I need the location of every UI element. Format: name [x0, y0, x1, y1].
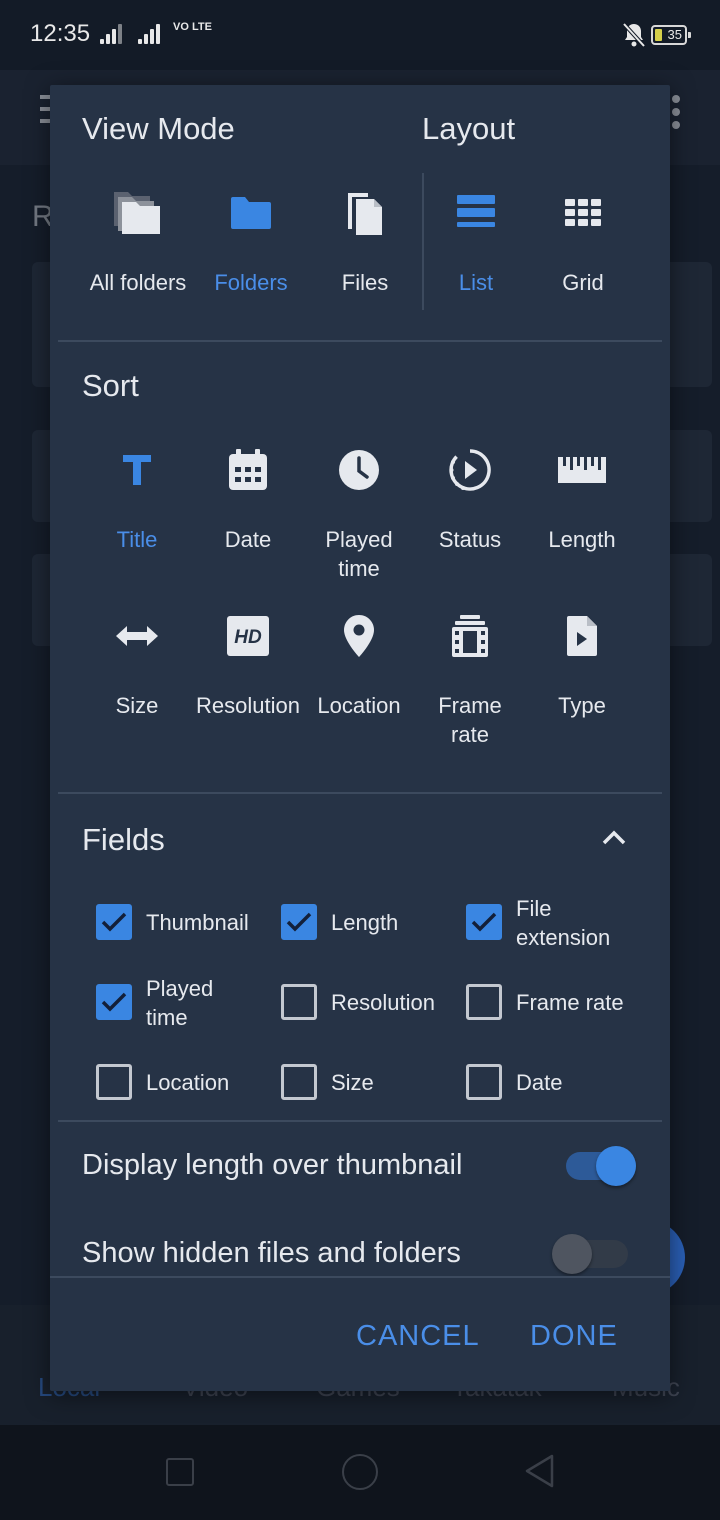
fields-title: Fields: [82, 822, 165, 857]
grid-icon: [528, 185, 638, 241]
battery-icon: 35: [651, 25, 691, 45]
option-label: Grid: [562, 270, 604, 295]
checkbox[interactable]: [466, 1064, 502, 1100]
field-label: Size: [331, 1070, 374, 1095]
more-options-icon: [672, 95, 680, 134]
checkbox[interactable]: [96, 984, 132, 1020]
folder-icon: [196, 185, 306, 241]
field-label: Date: [516, 1070, 563, 1095]
list-icon: [421, 185, 531, 241]
section-divider: [58, 340, 662, 342]
section-divider: [58, 792, 662, 794]
field-label: Thumbnail: [146, 910, 249, 935]
field-label: Frame rate: [516, 990, 624, 1015]
field-length[interactable]: Length: [281, 892, 461, 952]
checkbox[interactable]: [96, 904, 132, 940]
muted-bell-icon: [622, 22, 646, 48]
layout-title: Layout: [422, 111, 516, 146]
film-frame-icon: [415, 608, 525, 664]
checkbox[interactable]: [281, 904, 317, 940]
dialog-actions: CANCEL DONE: [50, 1276, 670, 1391]
field-label: Location: [146, 1070, 230, 1095]
field-frame-rate[interactable]: Frame rate: [466, 972, 646, 1032]
calendar-icon: [193, 442, 303, 498]
display-length-toggle[interactable]: [566, 1146, 636, 1186]
checkbox[interactable]: [96, 1064, 132, 1100]
field-size[interactable]: Size: [281, 1052, 461, 1112]
done-button[interactable]: DONE: [530, 1320, 618, 1353]
svg-text:HD: HD: [234, 627, 262, 648]
field-thumbnail[interactable]: Thumbnail: [96, 892, 276, 952]
clock-icon: [304, 442, 414, 498]
volte-indicator: VO LTE: [173, 21, 212, 33]
show-hidden-toggle[interactable]: [552, 1234, 628, 1274]
signal-icon: [138, 24, 162, 44]
toggle-label-display-length: Display length over thumbnail: [82, 1149, 463, 1181]
field-resolution[interactable]: Resolution: [281, 972, 461, 1032]
field-label: Resolution: [331, 990, 435, 1015]
field-location[interactable]: Location: [96, 1052, 276, 1112]
title-t-icon: [82, 442, 192, 498]
field-played-time[interactable]: Played time: [96, 972, 276, 1032]
view-options-dialog: View Mode Layout All folders Folders Fil…: [50, 85, 670, 1391]
stacked-folders-icon: [83, 185, 193, 241]
file-type-icon: [527, 608, 637, 664]
hd-icon: HD: [193, 608, 303, 664]
toggle-label-show-hidden: Show hidden files and folders: [82, 1237, 461, 1269]
field-date[interactable]: Date: [466, 1052, 646, 1112]
chevron-up-icon[interactable]: [602, 829, 626, 845]
checkbox[interactable]: [466, 984, 502, 1020]
view-mode-title: View Mode: [82, 111, 235, 146]
ruler-icon: [527, 442, 637, 498]
option-label: Length: [548, 527, 616, 552]
system-navigation-bar: [0, 1425, 720, 1520]
checkbox[interactable]: [281, 984, 317, 1020]
field-label: Length: [331, 910, 399, 935]
home-icon[interactable]: [342, 1454, 378, 1490]
status-bar: 12:35 VO LTE 35: [0, 0, 720, 70]
resize-arrows-icon: [82, 608, 192, 664]
status-time: 12:35: [30, 20, 91, 47]
play-status-icon: [415, 442, 525, 498]
option-label: Type: [558, 693, 606, 718]
field-label: Played time: [146, 976, 214, 1030]
cancel-button[interactable]: CANCEL: [356, 1320, 480, 1353]
field-label: File extension: [516, 896, 611, 950]
location-pin-icon: [304, 608, 414, 664]
signal-icon: [100, 24, 124, 44]
recent-apps-icon[interactable]: [166, 1458, 194, 1486]
section-divider: [58, 1120, 662, 1122]
sort-title: Sort: [82, 368, 139, 403]
checkbox[interactable]: [466, 904, 502, 940]
checkbox[interactable]: [281, 1064, 317, 1100]
dialog-content[interactable]: View Mode Layout All folders Folders Fil…: [50, 85, 670, 1278]
files-icon: [310, 185, 420, 241]
back-icon[interactable]: [522, 1453, 558, 1489]
field-file-extension[interactable]: File extension: [466, 892, 646, 952]
